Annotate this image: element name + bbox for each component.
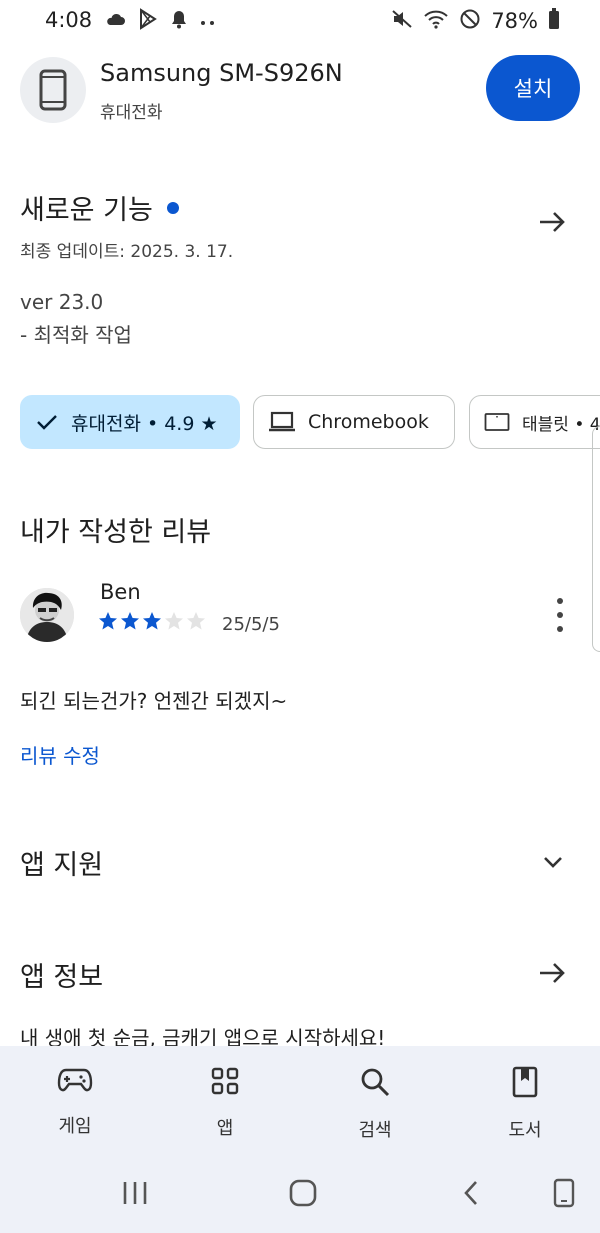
no-sim-icon [459, 8, 481, 34]
bell-icon [170, 9, 188, 33]
chip-phone-label: 휴대전화 • 4.9 ★ [71, 412, 218, 435]
nav-label-apps: 앱 [216, 1118, 234, 1139]
edit-review-link[interactable]: 리뷰 수정 [20, 740, 100, 769]
search-icon [359, 1066, 391, 1102]
star-icon [142, 611, 162, 635]
chip-chromebook[interactable]: Chromebook [253, 395, 455, 449]
chip-chromebook-label: Chromebook [308, 411, 429, 433]
install-button[interactable]: 설치 [486, 55, 580, 121]
my-review-title: 내가 작성한 리뷰 [20, 517, 212, 548]
chip-tablet[interactable]: 태블릿 • 4 [469, 395, 600, 449]
side-panel-edge [592, 426, 600, 652]
new-indicator-dot [166, 201, 179, 214]
more-notifications-icon [200, 12, 216, 31]
nav-label-search: 검색 [358, 1120, 392, 1141]
gamepad-icon [57, 1066, 93, 1098]
arrow-right-icon[interactable] [536, 206, 568, 238]
status-bar: 4:08 78% [0, 0, 600, 44]
device-header: Samsung SM-S926N 휴대전화 설치 [0, 55, 600, 125]
nav-label-books: 도서 [508, 1120, 542, 1141]
whats-new-title: 새로운 기능 [20, 195, 153, 226]
book-icon [511, 1066, 539, 1102]
battery-icon [548, 8, 560, 34]
system-navigation-bar [0, 1170, 600, 1220]
play-store-icon [138, 8, 158, 34]
chip-phone[interactable]: 휴대전화 • 4.9 ★ [20, 395, 240, 449]
review-date: 25/5/5 [222, 614, 280, 635]
nav-item-search[interactable]: 검색 [335, 1066, 415, 1142]
star-empty-icon [186, 611, 206, 635]
battery-level: 78% [491, 9, 538, 33]
phone-mode-icon[interactable] [539, 1170, 589, 1216]
apps-grid-icon [210, 1066, 240, 1100]
review-text: 되긴 되는건가? 언젠간 되겠지~ [20, 689, 288, 713]
chevron-down-icon [540, 849, 566, 879]
mute-icon [391, 9, 413, 33]
check-icon [35, 412, 59, 432]
nav-item-games[interactable]: 게임 [35, 1066, 115, 1138]
nav-item-apps[interactable]: 앱 [185, 1066, 265, 1140]
more-options-icon[interactable] [548, 598, 572, 632]
device-name: Samsung SM-S926N [100, 59, 343, 87]
device-filter-chips: 휴대전화 • 4.9 ★ Chromebook 태블릿 • 4 [20, 395, 600, 449]
whats-new-section[interactable]: 새로운 기능 최종 업데이트: 2025. 3. 17. [20, 188, 580, 262]
version-number: ver 23.0 [20, 290, 104, 314]
review-author: Ben [100, 580, 141, 604]
recent-apps-icon[interactable] [110, 1170, 160, 1216]
cloud-icon [106, 11, 126, 31]
wifi-icon [423, 9, 449, 33]
star-empty-icon [164, 611, 184, 635]
app-info-title: 앱 정보 [20, 962, 104, 993]
phone-icon [20, 57, 86, 123]
avatar [20, 588, 74, 642]
status-time: 4:08 [45, 8, 93, 32]
laptop-icon [268, 411, 296, 433]
rating-stars [98, 611, 206, 635]
whats-new-header: 새로운 기능 [20, 188, 580, 227]
last-updated: 최종 업데이트: 2025. 3. 17. [20, 242, 234, 262]
back-icon[interactable] [446, 1170, 496, 1216]
status-right-icons: 78% [391, 8, 560, 34]
chip-tablet-label: 태블릿 • 4 [522, 414, 600, 435]
star-icon [120, 611, 140, 635]
home-icon[interactable] [278, 1170, 328, 1216]
status-notification-icons [106, 8, 216, 34]
app-info-section[interactable]: 앱 정보 [20, 955, 580, 995]
device-type: 휴대전화 [100, 103, 163, 123]
app-support-section[interactable]: 앱 지원 [20, 843, 580, 883]
app-support-title: 앱 지원 [20, 850, 104, 881]
star-icon [98, 611, 118, 635]
nav-label-games: 게임 [58, 1116, 92, 1137]
version-notes: ver 23.0 - 최적화 작업 [20, 286, 132, 352]
tablet-icon [484, 412, 510, 432]
version-note: - 최적화 작업 [20, 323, 132, 347]
arrow-right-icon [536, 957, 568, 993]
nav-item-books[interactable]: 도서 [485, 1066, 565, 1142]
